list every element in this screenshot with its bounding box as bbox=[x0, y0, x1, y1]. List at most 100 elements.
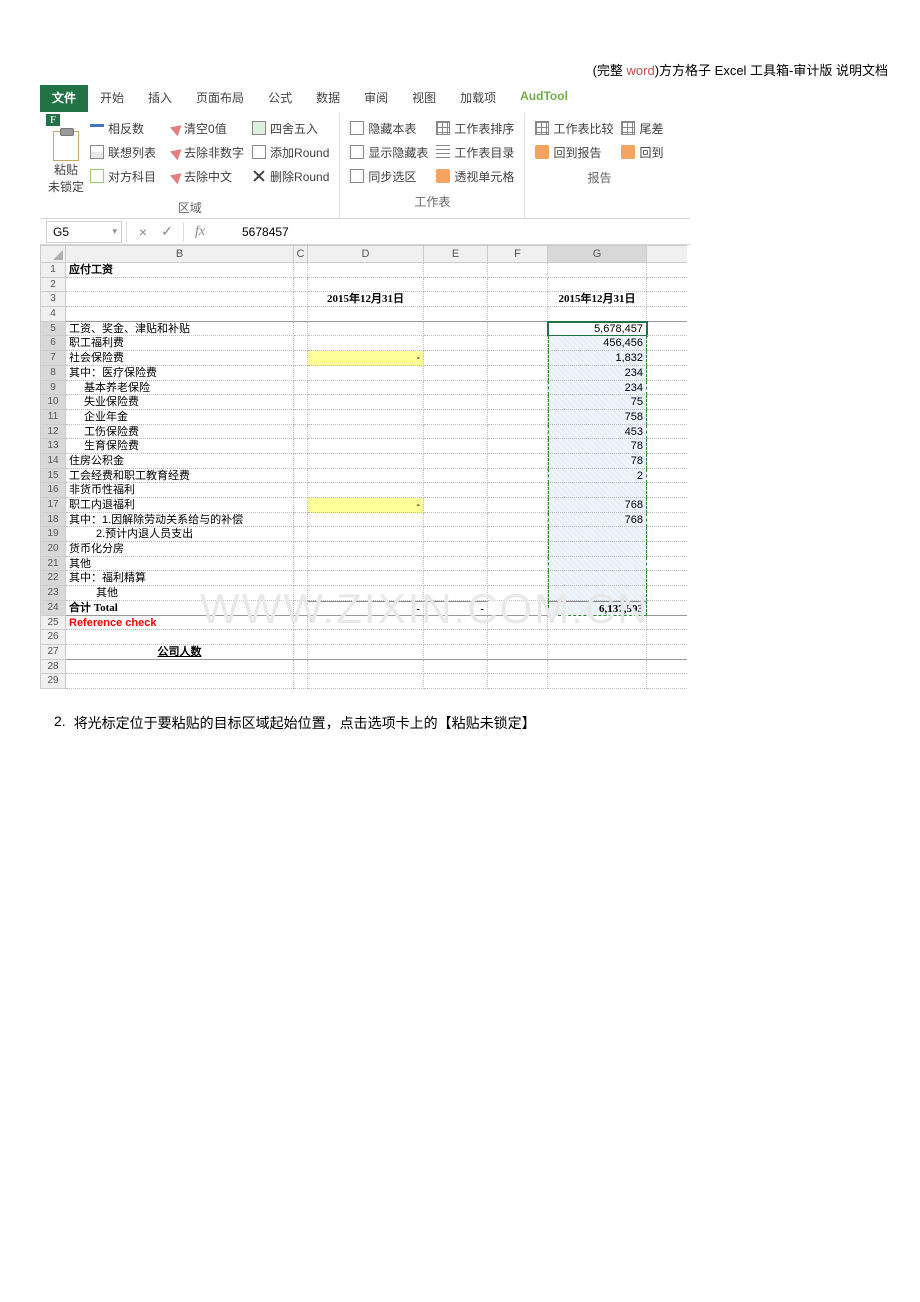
cell[interactable]: 公司人数 bbox=[66, 645, 294, 660]
cell[interactable]: 768 bbox=[548, 513, 647, 528]
cell[interactable]: 6,137,593 bbox=[548, 601, 647, 616]
cell[interactable]: Reference check bbox=[66, 616, 294, 631]
btn-clear-zero[interactable]: 清空0值 bbox=[164, 117, 244, 139]
row-header[interactable]: 8 bbox=[40, 366, 66, 381]
cell[interactable]: 456,456 bbox=[548, 336, 647, 351]
row-header[interactable]: 6 bbox=[40, 336, 66, 351]
btn-pivot-cell[interactable]: 透视单元格 bbox=[436, 165, 514, 187]
btn-add-round[interactable]: 添加Round bbox=[252, 141, 329, 163]
cell[interactable]: 合计 Total bbox=[66, 601, 294, 616]
btn-compare-sheet[interactable]: 工作表比较 bbox=[535, 117, 613, 139]
row-header[interactable]: 1 bbox=[40, 263, 66, 278]
btn-counter-subject[interactable]: 对方科目 bbox=[90, 165, 156, 187]
cell[interactable]: 2015年12月31日 bbox=[548, 292, 647, 307]
row-header[interactable]: 4 bbox=[40, 307, 66, 322]
col-header[interactable]: B bbox=[66, 245, 294, 263]
row-header[interactable]: 29 bbox=[40, 674, 66, 689]
row-header[interactable]: 3 bbox=[40, 292, 66, 307]
row-header[interactable]: 9 bbox=[40, 381, 66, 396]
cell[interactable]: 其中：福利精算 bbox=[66, 571, 294, 586]
col-header[interactable]: D bbox=[308, 245, 424, 263]
col-header[interactable] bbox=[647, 245, 687, 263]
cell[interactable]: 生育保险费 bbox=[66, 439, 294, 454]
row-header[interactable]: 26 bbox=[40, 630, 66, 645]
row-header[interactable]: 11 bbox=[40, 410, 66, 425]
row-header[interactable]: 5 bbox=[40, 322, 66, 337]
cell[interactable]: 78 bbox=[548, 454, 647, 469]
cell[interactable]: 其他 bbox=[66, 586, 294, 601]
select-all-corner[interactable] bbox=[40, 245, 66, 263]
cell[interactable]: - bbox=[308, 601, 424, 616]
btn-opposite[interactable]: 相反数 bbox=[90, 117, 156, 139]
cell[interactable]: 职工内退福利 bbox=[66, 498, 294, 513]
tab-view[interactable]: 视图 bbox=[400, 85, 448, 112]
tab-data[interactable]: 数据 bbox=[304, 85, 352, 112]
row-header[interactable]: 13 bbox=[40, 439, 66, 454]
btn-round[interactable]: 四舍五入 bbox=[252, 117, 329, 139]
cancel-btn[interactable]: × bbox=[131, 224, 155, 240]
cell[interactable]: 1,832 bbox=[548, 351, 647, 366]
btn-remove-chinese[interactable]: 去除中文 bbox=[164, 165, 244, 187]
btn-tail-diff[interactable]: 尾差 bbox=[621, 117, 663, 139]
cell[interactable]: 2.预计内退人员支出 bbox=[66, 527, 294, 542]
cell[interactable]: 其他 bbox=[66, 557, 294, 572]
cell[interactable]: 基本养老保险 bbox=[66, 381, 294, 396]
name-box[interactable]: G5 bbox=[46, 221, 122, 243]
fx-btn[interactable]: fx bbox=[188, 224, 212, 240]
tab-file[interactable]: 文件 bbox=[40, 85, 88, 112]
cell[interactable]: 货币化分房 bbox=[66, 542, 294, 557]
row-header[interactable]: 7 bbox=[40, 351, 66, 366]
btn-assoc-list[interactable]: 联想列表 bbox=[90, 141, 156, 163]
col-header[interactable]: C bbox=[294, 245, 308, 263]
grid-body[interactable]: 应付工资 2015年12月31日 2015年12月31日 工资、奖金、津贴和补贴 5… bbox=[66, 263, 690, 689]
row-header[interactable]: 19 bbox=[40, 527, 66, 542]
tab-audtool[interactable]: AudTool bbox=[508, 85, 580, 112]
row-header[interactable]: 27 bbox=[40, 645, 66, 660]
btn-remove-nondigit[interactable]: 去除非数字 bbox=[164, 141, 244, 163]
row-header[interactable]: 15 bbox=[40, 469, 66, 484]
cell[interactable]: - bbox=[424, 601, 488, 616]
row-header[interactable]: 28 bbox=[40, 660, 66, 675]
cell[interactable]: 75 bbox=[548, 395, 647, 410]
cell[interactable]: 职工福利费 bbox=[66, 336, 294, 351]
cell[interactable]: - bbox=[308, 498, 424, 513]
cell[interactable]: 234 bbox=[548, 366, 647, 381]
btn-hide-sheet[interactable]: 隐藏本表 bbox=[350, 117, 428, 139]
formula-value[interactable]: 5678457 bbox=[212, 225, 289, 239]
cell[interactable]: 758 bbox=[548, 410, 647, 425]
cell[interactable]: 工会经费和职工教育经费 bbox=[66, 469, 294, 484]
cell[interactable]: 非货币性福利 bbox=[66, 483, 294, 498]
btn-sheet-toc[interactable]: 工作表目录 bbox=[436, 141, 514, 163]
cell[interactable]: 768 bbox=[548, 498, 647, 513]
cell[interactable]: 工资、奖金、津贴和补贴 bbox=[66, 322, 294, 337]
cell[interactable]: 失业保险费 bbox=[66, 395, 294, 410]
tab-addin[interactable]: 加载项 bbox=[448, 85, 508, 112]
cell[interactable]: 234 bbox=[548, 381, 647, 396]
cell[interactable]: 2015年12月31日 bbox=[308, 292, 424, 307]
row-header[interactable]: 10 bbox=[40, 395, 66, 410]
row-header[interactable]: 12 bbox=[40, 425, 66, 440]
col-header[interactable]: F bbox=[488, 245, 548, 263]
row-header[interactable]: 21 bbox=[40, 557, 66, 572]
tab-insert[interactable]: 插入 bbox=[136, 85, 184, 112]
tab-review[interactable]: 审阅 bbox=[352, 85, 400, 112]
row-header[interactable]: 18 bbox=[40, 513, 66, 528]
cell[interactable]: 应付工资 bbox=[66, 263, 294, 278]
paste-button[interactable]: 粘贴未锁定 bbox=[48, 161, 84, 195]
tab-formula[interactable]: 公式 bbox=[256, 85, 304, 112]
row-header[interactable]: 16 bbox=[40, 483, 66, 498]
row-header[interactable]: 17 bbox=[40, 498, 66, 513]
cell[interactable]: 工伤保险费 bbox=[66, 425, 294, 440]
cell[interactable]: 78 bbox=[548, 439, 647, 454]
cell[interactable]: 社会保险费 bbox=[66, 351, 294, 366]
row-header[interactable]: 24 bbox=[40, 601, 66, 616]
tab-layout[interactable]: 页面布局 bbox=[184, 85, 256, 112]
cell-active[interactable]: 5,678,457 bbox=[548, 322, 647, 337]
btn-del-round[interactable]: 删除Round bbox=[252, 165, 329, 187]
btn-sheet-sort[interactable]: 工作表排序 bbox=[436, 117, 514, 139]
row-header[interactable]: 20 bbox=[40, 542, 66, 557]
tab-start[interactable]: 开始 bbox=[88, 85, 136, 112]
btn-back[interactable]: 回到 bbox=[621, 141, 663, 163]
col-header[interactable]: G bbox=[548, 245, 647, 263]
row-header[interactable]: 25 bbox=[40, 616, 66, 631]
